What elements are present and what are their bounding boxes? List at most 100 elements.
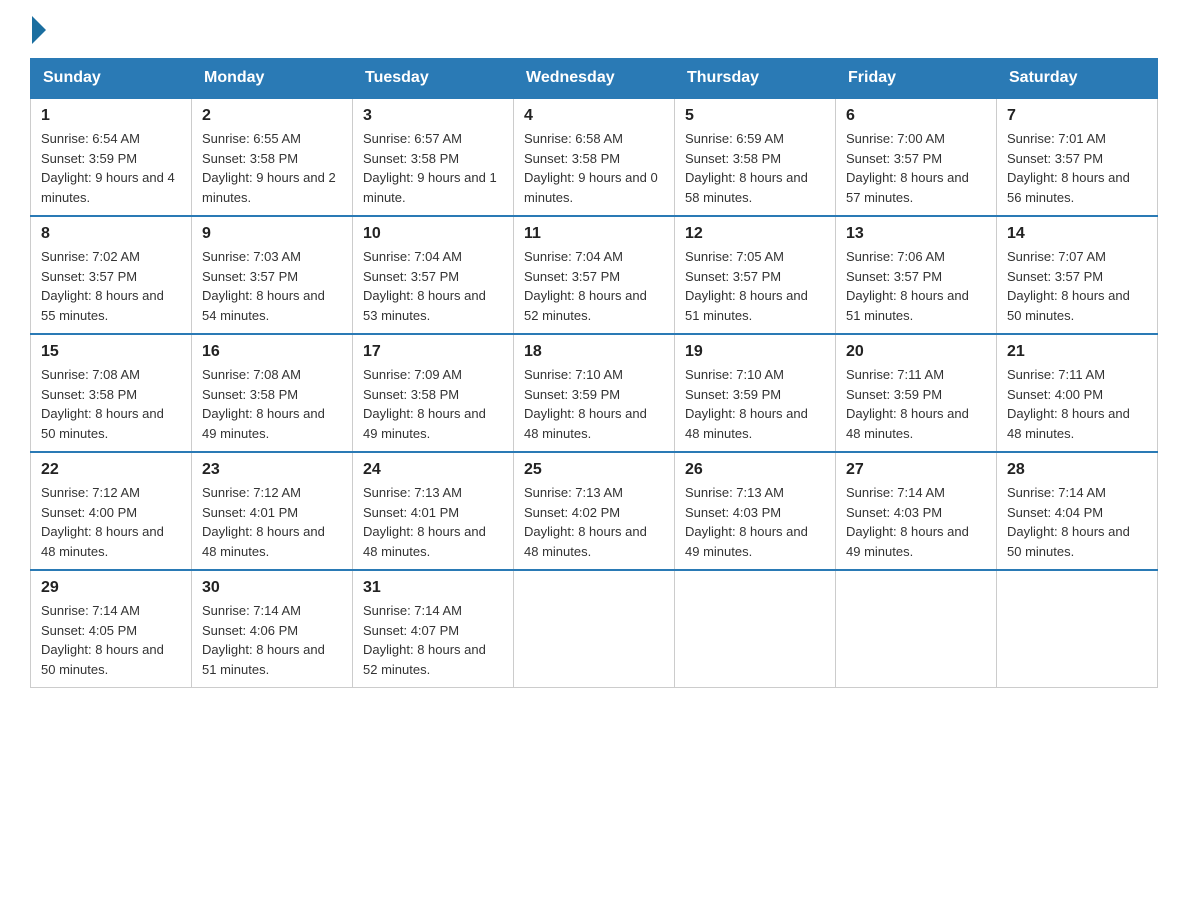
day-info: Sunrise: 6:57 AMSunset: 3:58 PMDaylight:… (363, 131, 497, 205)
calendar-cell (997, 570, 1158, 688)
day-number: 4 (524, 107, 664, 125)
day-number: 5 (685, 107, 825, 125)
calendar-cell: 25 Sunrise: 7:13 AMSunset: 4:02 PMDaylig… (514, 452, 675, 570)
calendar-cell (514, 570, 675, 688)
day-number: 29 (41, 579, 181, 597)
calendar-cell: 14 Sunrise: 7:07 AMSunset: 3:57 PMDaylig… (997, 216, 1158, 334)
calendar-week-row: 1 Sunrise: 6:54 AMSunset: 3:59 PMDayligh… (31, 98, 1158, 216)
calendar-cell: 30 Sunrise: 7:14 AMSunset: 4:06 PMDaylig… (192, 570, 353, 688)
day-info: Sunrise: 7:03 AMSunset: 3:57 PMDaylight:… (202, 249, 325, 323)
calendar-cell: 28 Sunrise: 7:14 AMSunset: 4:04 PMDaylig… (997, 452, 1158, 570)
day-info: Sunrise: 7:13 AMSunset: 4:01 PMDaylight:… (363, 485, 486, 559)
calendar-cell: 23 Sunrise: 7:12 AMSunset: 4:01 PMDaylig… (192, 452, 353, 570)
day-info: Sunrise: 7:11 AMSunset: 3:59 PMDaylight:… (846, 367, 969, 441)
calendar-cell: 7 Sunrise: 7:01 AMSunset: 3:57 PMDayligh… (997, 98, 1158, 216)
calendar-cell: 18 Sunrise: 7:10 AMSunset: 3:59 PMDaylig… (514, 334, 675, 452)
day-number: 22 (41, 461, 181, 479)
day-info: Sunrise: 7:05 AMSunset: 3:57 PMDaylight:… (685, 249, 808, 323)
day-number: 31 (363, 579, 503, 597)
calendar-cell: 4 Sunrise: 6:58 AMSunset: 3:58 PMDayligh… (514, 98, 675, 216)
day-info: Sunrise: 7:10 AMSunset: 3:59 PMDaylight:… (685, 367, 808, 441)
day-info: Sunrise: 7:14 AMSunset: 4:07 PMDaylight:… (363, 603, 486, 677)
calendar-cell: 11 Sunrise: 7:04 AMSunset: 3:57 PMDaylig… (514, 216, 675, 334)
day-info: Sunrise: 7:14 AMSunset: 4:04 PMDaylight:… (1007, 485, 1130, 559)
day-number: 15 (41, 343, 181, 361)
day-number: 27 (846, 461, 986, 479)
calendar-cell: 21 Sunrise: 7:11 AMSunset: 4:00 PMDaylig… (997, 334, 1158, 452)
day-number: 12 (685, 225, 825, 243)
calendar-cell: 27 Sunrise: 7:14 AMSunset: 4:03 PMDaylig… (836, 452, 997, 570)
calendar-cell: 12 Sunrise: 7:05 AMSunset: 3:57 PMDaylig… (675, 216, 836, 334)
day-info: Sunrise: 7:02 AMSunset: 3:57 PMDaylight:… (41, 249, 164, 323)
day-number: 19 (685, 343, 825, 361)
calendar-week-row: 15 Sunrise: 7:08 AMSunset: 3:58 PMDaylig… (31, 334, 1158, 452)
logo-arrow-icon (32, 16, 46, 44)
day-info: Sunrise: 7:06 AMSunset: 3:57 PMDaylight:… (846, 249, 969, 323)
day-info: Sunrise: 7:00 AMSunset: 3:57 PMDaylight:… (846, 131, 969, 205)
day-number: 21 (1007, 343, 1147, 361)
day-number: 25 (524, 461, 664, 479)
day-number: 14 (1007, 225, 1147, 243)
calendar-week-row: 22 Sunrise: 7:12 AMSunset: 4:00 PMDaylig… (31, 452, 1158, 570)
weekday-header-monday: Monday (192, 59, 353, 99)
calendar-cell: 13 Sunrise: 7:06 AMSunset: 3:57 PMDaylig… (836, 216, 997, 334)
day-info: Sunrise: 7:14 AMSunset: 4:05 PMDaylight:… (41, 603, 164, 677)
calendar-cell: 6 Sunrise: 7:00 AMSunset: 3:57 PMDayligh… (836, 98, 997, 216)
day-info: Sunrise: 7:04 AMSunset: 3:57 PMDaylight:… (524, 249, 647, 323)
logo (30, 20, 46, 38)
calendar-week-row: 8 Sunrise: 7:02 AMSunset: 3:57 PMDayligh… (31, 216, 1158, 334)
weekday-header-sunday: Sunday (31, 59, 192, 99)
day-info: Sunrise: 6:55 AMSunset: 3:58 PMDaylight:… (202, 131, 336, 205)
day-number: 3 (363, 107, 503, 125)
calendar-cell: 26 Sunrise: 7:13 AMSunset: 4:03 PMDaylig… (675, 452, 836, 570)
day-info: Sunrise: 7:12 AMSunset: 4:01 PMDaylight:… (202, 485, 325, 559)
day-number: 30 (202, 579, 342, 597)
calendar-cell: 3 Sunrise: 6:57 AMSunset: 3:58 PMDayligh… (353, 98, 514, 216)
day-number: 2 (202, 107, 342, 125)
day-info: Sunrise: 6:59 AMSunset: 3:58 PMDaylight:… (685, 131, 808, 205)
day-info: Sunrise: 7:07 AMSunset: 3:57 PMDaylight:… (1007, 249, 1130, 323)
day-info: Sunrise: 7:08 AMSunset: 3:58 PMDaylight:… (202, 367, 325, 441)
calendar-cell: 10 Sunrise: 7:04 AMSunset: 3:57 PMDaylig… (353, 216, 514, 334)
day-number: 13 (846, 225, 986, 243)
day-info: Sunrise: 7:09 AMSunset: 3:58 PMDaylight:… (363, 367, 486, 441)
day-number: 20 (846, 343, 986, 361)
weekday-header-tuesday: Tuesday (353, 59, 514, 99)
day-number: 10 (363, 225, 503, 243)
calendar-cell: 1 Sunrise: 6:54 AMSunset: 3:59 PMDayligh… (31, 98, 192, 216)
day-info: Sunrise: 7:13 AMSunset: 4:03 PMDaylight:… (685, 485, 808, 559)
day-info: Sunrise: 7:01 AMSunset: 3:57 PMDaylight:… (1007, 131, 1130, 205)
weekday-header-saturday: Saturday (997, 59, 1158, 99)
day-info: Sunrise: 7:14 AMSunset: 4:06 PMDaylight:… (202, 603, 325, 677)
day-number: 18 (524, 343, 664, 361)
day-info: Sunrise: 6:58 AMSunset: 3:58 PMDaylight:… (524, 131, 658, 205)
day-number: 28 (1007, 461, 1147, 479)
calendar-cell: 24 Sunrise: 7:13 AMSunset: 4:01 PMDaylig… (353, 452, 514, 570)
day-number: 26 (685, 461, 825, 479)
calendar-table: SundayMondayTuesdayWednesdayThursdayFrid… (30, 58, 1158, 688)
day-info: Sunrise: 7:12 AMSunset: 4:00 PMDaylight:… (41, 485, 164, 559)
day-number: 17 (363, 343, 503, 361)
day-number: 7 (1007, 107, 1147, 125)
calendar-cell: 2 Sunrise: 6:55 AMSunset: 3:58 PMDayligh… (192, 98, 353, 216)
weekday-header-friday: Friday (836, 59, 997, 99)
calendar-cell: 22 Sunrise: 7:12 AMSunset: 4:00 PMDaylig… (31, 452, 192, 570)
day-info: Sunrise: 7:11 AMSunset: 4:00 PMDaylight:… (1007, 367, 1130, 441)
calendar-cell (836, 570, 997, 688)
weekday-header-thursday: Thursday (675, 59, 836, 99)
calendar-cell: 9 Sunrise: 7:03 AMSunset: 3:57 PMDayligh… (192, 216, 353, 334)
calendar-cell: 8 Sunrise: 7:02 AMSunset: 3:57 PMDayligh… (31, 216, 192, 334)
weekday-header-wednesday: Wednesday (514, 59, 675, 99)
day-info: Sunrise: 7:08 AMSunset: 3:58 PMDaylight:… (41, 367, 164, 441)
calendar-cell: 15 Sunrise: 7:08 AMSunset: 3:58 PMDaylig… (31, 334, 192, 452)
day-info: Sunrise: 7:14 AMSunset: 4:03 PMDaylight:… (846, 485, 969, 559)
day-number: 16 (202, 343, 342, 361)
day-number: 11 (524, 225, 664, 243)
day-info: Sunrise: 7:10 AMSunset: 3:59 PMDaylight:… (524, 367, 647, 441)
day-number: 6 (846, 107, 986, 125)
calendar-cell: 31 Sunrise: 7:14 AMSunset: 4:07 PMDaylig… (353, 570, 514, 688)
day-number: 1 (41, 107, 181, 125)
day-info: Sunrise: 6:54 AMSunset: 3:59 PMDaylight:… (41, 131, 175, 205)
calendar-cell: 19 Sunrise: 7:10 AMSunset: 3:59 PMDaylig… (675, 334, 836, 452)
calendar-cell (675, 570, 836, 688)
